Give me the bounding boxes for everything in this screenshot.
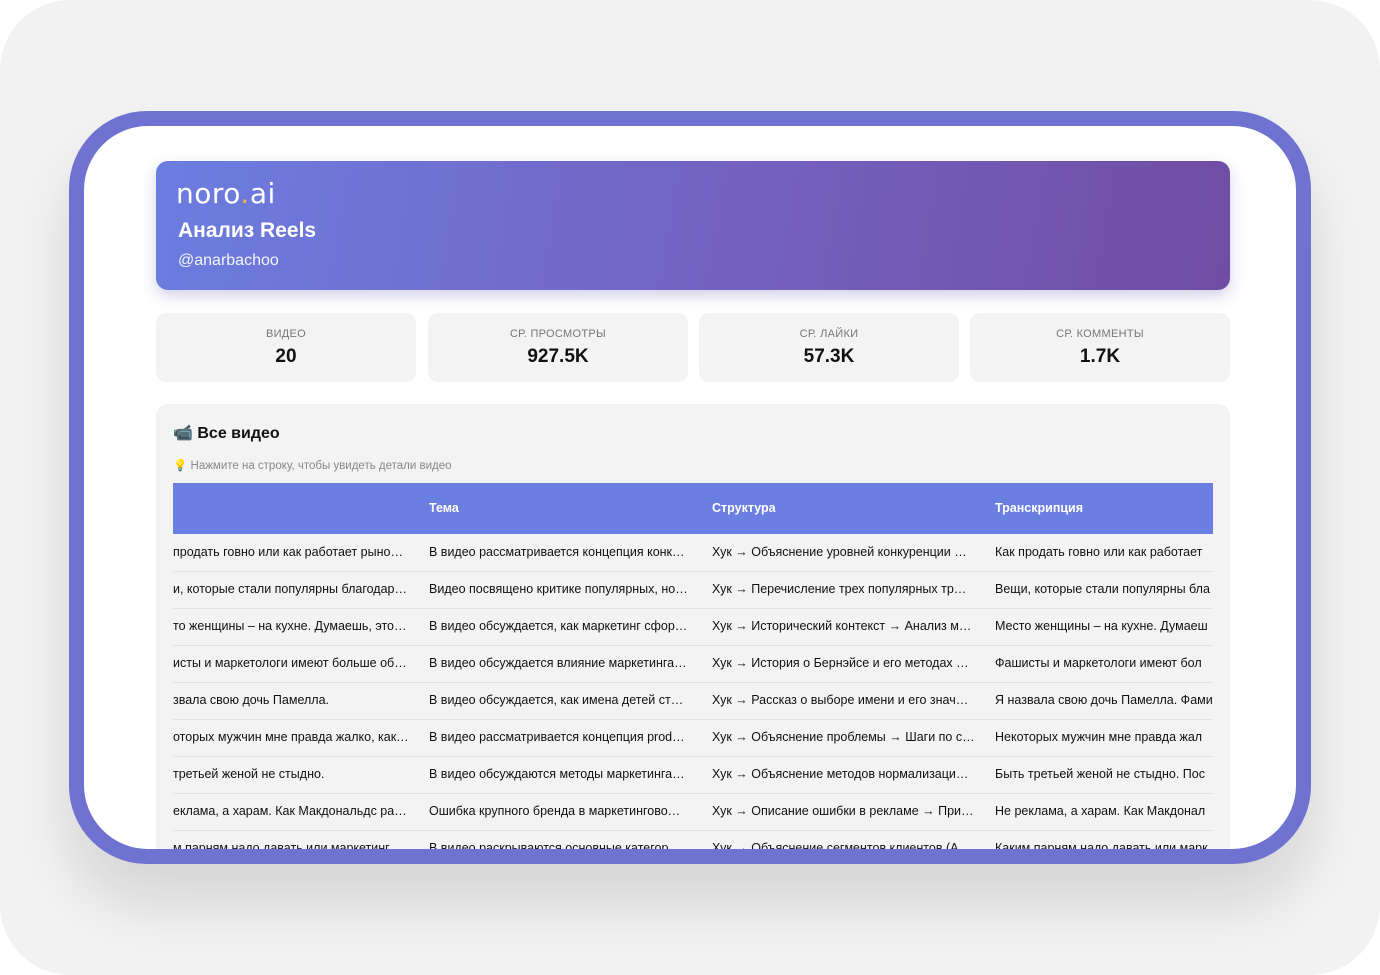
table-row[interactable]: продать говно или как работает рыно… В в…	[173, 534, 1213, 572]
table-row[interactable]: третьей женой не стыдно. В видео обсужда…	[173, 756, 1213, 794]
page-title: Анализ Reels	[178, 219, 317, 242]
cell-title: исты и маркетологи имеют больше об…	[173, 656, 407, 670]
background: noro.ai Анализ Reels @anarbachoo ВИДЕО 2…	[0, 0, 1380, 975]
videos-title: 📹 Все видео	[173, 425, 280, 442]
videos-panel: 📹 Все видео 💡 Нажмите на строку, чтобы у…	[156, 404, 1230, 849]
cell-title: оторых мужчин мне правда жалко, как…	[173, 730, 409, 744]
videos-table[interactable]: Тема Структура Транскрипция продать говн…	[173, 483, 1213, 849]
account-handle: @anarbachoo	[178, 252, 279, 269]
table-row[interactable]: еклама, а харам. Как Макдональдс ра… Оши…	[173, 793, 1213, 831]
table-row[interactable]: и, которые стали популярны благодар… Вид…	[173, 571, 1213, 609]
cell-structure: Хук → Объяснение уровней конкуренции …	[712, 545, 967, 559]
stat-value: 57.3K	[803, 346, 855, 367]
cell-structure: Хук → Исторический контекст → Анализ м…	[712, 619, 972, 633]
stat-card-videos: ВИДЕО 20	[156, 313, 416, 382]
cell-structure: Хук → Объяснение сегментов клиентов (А…	[712, 841, 971, 849]
stat-label: СР. ЛАЙКИ	[799, 328, 859, 340]
cell-title: третьей женой не стыдно.	[173, 767, 325, 781]
stats-row: ВИДЕО 20 СР. ПРОСМОТРЫ 927.5K СР. ЛАЙКИ …	[156, 313, 1230, 382]
logo-text-left: noro	[176, 177, 241, 210]
cell-title: и, которые стали популярны благодар…	[173, 582, 407, 596]
stat-card-comments: СР. КОММЕНТЫ 1.7K	[970, 313, 1230, 382]
cell-structure: Хук → Рассказ о выборе имени и его знач…	[712, 693, 969, 707]
column-header-topic[interactable]: Тема	[429, 501, 459, 515]
stat-value: 1.7K	[1079, 346, 1121, 367]
cell-transcript: Не реклама, а харам. Как Макдонал	[995, 804, 1206, 818]
cell-topic: В видео обсуждается, как имена детей ст…	[429, 693, 684, 707]
stat-card-likes: СР. ЛАЙКИ 57.3K	[699, 313, 959, 382]
cell-title: м парням надо давать или маркетинг…	[173, 841, 403, 849]
logo: noro.ai	[176, 177, 276, 210]
cell-transcript: Я назвала свою дочь Памелла. Фами	[995, 693, 1213, 707]
cell-title: то женщины – на кухне. Думаешь, это…	[173, 619, 407, 633]
table-row[interactable]: м парням надо давать или маркетинг… В ви…	[173, 830, 1213, 849]
cell-title: звала свою дочь Памелла.	[173, 693, 329, 707]
cell-topic: В видео рассматривается концепция конк…	[429, 545, 685, 559]
cell-structure: Хук → История о Бернэйсе и его методах …	[712, 656, 969, 670]
cell-transcript: Фашисты и маркетологи имеют бол	[995, 656, 1202, 670]
cell-transcript: Быть третьей женой не стыдно. Пос	[995, 767, 1205, 781]
table-row[interactable]: оторых мужчин мне правда жалко, как… В в…	[173, 719, 1213, 757]
device-frame: noro.ai Анализ Reels @anarbachoo ВИДЕО 2…	[69, 111, 1311, 864]
cell-transcript: Как продать говно или как работает	[995, 545, 1203, 559]
table-row[interactable]: звала свою дочь Памелла. В видео обсужда…	[173, 682, 1213, 720]
logo-dot: .	[240, 177, 250, 210]
screen: noro.ai Анализ Reels @anarbachoo ВИДЕО 2…	[84, 126, 1296, 849]
stat-label: СР. ПРОСМОТРЫ	[509, 328, 607, 340]
cell-structure: Хук → Описание ошибки в рекламе → При…	[712, 804, 974, 818]
cell-structure: Хук → Перечисление трех популярных тр…	[712, 582, 967, 596]
cell-topic: В видео рассматривается концепция prod…	[429, 730, 685, 744]
cell-structure: Хук → Объяснение проблемы → Шаги по с…	[712, 730, 975, 744]
cell-title: продать говно или как работает рыно…	[173, 545, 403, 559]
cell-transcript: Некоторых мужчин мне правда жал	[995, 730, 1203, 744]
table-header: Тема Структура Транскрипция	[173, 483, 1213, 534]
stat-value: 20	[275, 346, 297, 367]
cell-transcript: Каким парням надо давать или марк	[995, 841, 1208, 849]
logo-text-right: ai	[249, 177, 276, 210]
table-row[interactable]: исты и маркетологи имеют больше об… В ви…	[173, 645, 1213, 683]
cell-topic: В видео раскрываются основные категор…	[429, 841, 681, 849]
cell-transcript: Место женщины – на кухне. Думаеш	[995, 619, 1208, 633]
cell-transcript: Вещи, которые стали популярны бла	[995, 582, 1210, 596]
stat-card-views: СР. ПРОСМОТРЫ 927.5K	[428, 313, 688, 382]
stat-value: 927.5K	[527, 346, 589, 367]
videos-hint: 💡 Нажмите на строку, чтобы увидеть детал…	[173, 460, 452, 472]
cell-topic: В видео обсуждается, как маркетинг сфор…	[429, 619, 688, 633]
column-header-transcript[interactable]: Транскрипция	[995, 501, 1083, 515]
cell-topic: В видео обсуждается влияние маркетинга…	[429, 656, 687, 670]
column-header-structure[interactable]: Структура	[712, 501, 776, 515]
stat-label: ВИДЕО	[265, 328, 307, 340]
cell-topic: Ошибка крупного бренда в маркетингово…	[429, 804, 681, 818]
cell-topic: В видео обсуждаются методы маркетинга…	[429, 767, 685, 781]
cell-title: еклама, а харам. Как Макдональдс ра…	[173, 804, 407, 818]
table-row[interactable]: то женщины – на кухне. Думаешь, это… В в…	[173, 608, 1213, 646]
cell-structure: Хук → Объяснение методов нормализаци…	[712, 767, 969, 781]
cell-topic: Видео посвящено критике популярных, но…	[429, 582, 688, 596]
stat-label: СР. КОММЕНТЫ	[1056, 328, 1144, 340]
header-banner: noro.ai Анализ Reels @anarbachoo	[156, 161, 1230, 290]
